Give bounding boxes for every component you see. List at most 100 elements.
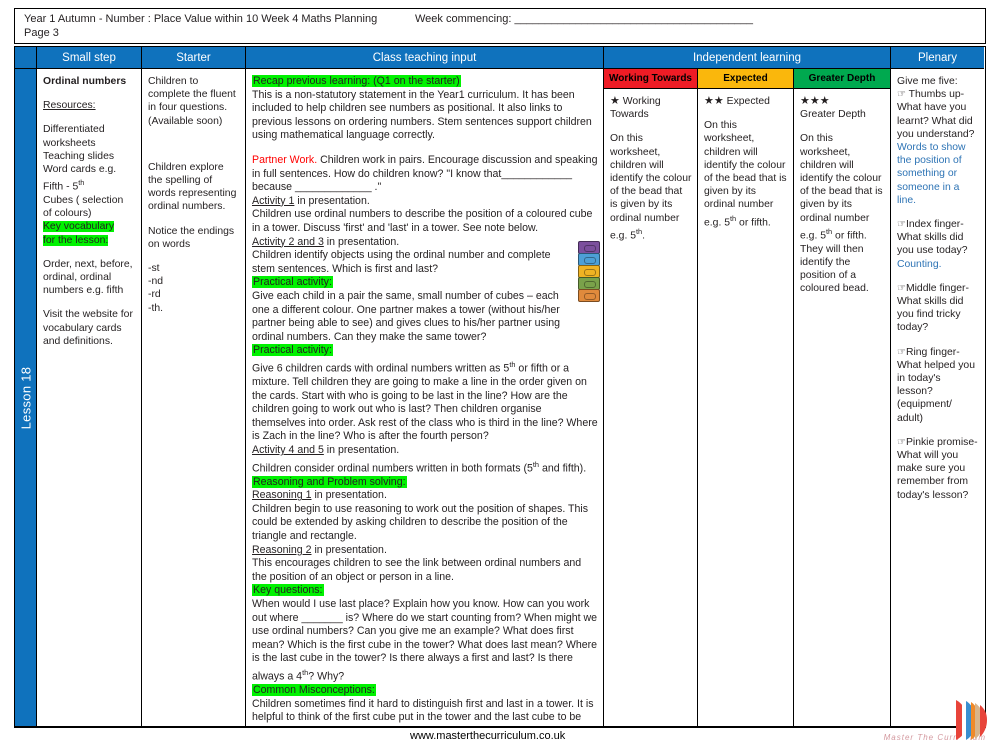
recap-heading: Recap previous learning: (Q1 on the star… <box>252 75 461 87</box>
expected-body: On this worksheet, children will identif… <box>704 120 787 229</box>
reasoning-1-rest: in presentation. <box>311 489 387 502</box>
column-header-independent-learning: Independent learning <box>604 47 891 69</box>
word-ending: -st <box>148 263 160 275</box>
hand-icon: ☞ <box>897 219 906 231</box>
cell-starter: Children to complete the fluent in four … <box>142 69 246 726</box>
reasoning-heading: Reasoning and Problem solving: <box>252 475 407 488</box>
website-note: Visit the website for vocabulary cards a… <box>43 309 133 347</box>
page-number: Page 3 <box>24 27 59 39</box>
common-misconceptions-heading: Common Misconceptions: <box>252 684 376 697</box>
cell-expected: ★★ Expected On this worksheet, children … <box>698 89 794 726</box>
rag-header-greater-depth: Greater Depth <box>794 69 891 89</box>
starter-paragraph-3: Notice the endings on words <box>148 225 235 250</box>
plenary-intro: Give me five: <box>897 76 958 87</box>
activity-23-label: Activity 2 and 3 <box>252 235 324 248</box>
rag-subheader-row: Working Towards Expected Greater Depth <box>604 69 891 89</box>
starter-paragraph-1: Children to complete the fluent in four … <box>148 76 236 127</box>
partner-work-label: Partner Work. <box>252 153 318 166</box>
practical-activity-1-body: Give each child in a pair the same, smal… <box>252 289 560 343</box>
greater-depth-body: On this worksheet, children will identif… <box>800 133 883 295</box>
reasoning-2-body: This encourages children to see the link… <box>252 557 582 583</box>
column-header-class-teaching-input: Class teaching input <box>246 47 604 69</box>
cube-orange <box>578 289 600 302</box>
key-questions-body: When would I use last place? Explain how… <box>252 598 598 683</box>
star-icon: ★ <box>800 95 810 107</box>
page-title: Year 1 Autumn - Number : Place Value wit… <box>24 13 378 25</box>
practical-activity-2-heading: Practical activity: <box>252 344 333 357</box>
word-ending: -th. <box>148 302 164 314</box>
activity-23-rest: in presentation. <box>323 235 400 248</box>
cell-greater-depth: ★★★ Greater Depth On this worksheet, chi… <box>794 89 891 726</box>
lesson-number-strip: Lesson 18 <box>15 69 37 726</box>
star-icon: ★ <box>610 95 620 107</box>
footer-url[interactable]: www.masterthecurriculum.co.uk <box>410 730 565 742</box>
cube-tower-image <box>578 241 600 302</box>
resource-item: Word cards e.g. <box>43 164 117 176</box>
key-vocab-heading-line1: Key vocabulary <box>43 221 115 233</box>
plenary-item: ☞Ring finger- What helped you in today's… <box>897 346 975 424</box>
pencil-logo-icon <box>956 700 987 740</box>
lesson-header-spacer <box>15 47 37 69</box>
activity-23-body: Children identify objects using the ordi… <box>252 249 551 275</box>
resource-item: Differentiated <box>43 124 105 136</box>
working-towards-body: On this worksheet, children will identif… <box>610 133 692 242</box>
ordinal-suffix: th <box>78 178 85 188</box>
reasoning-2-rest: in presentation. <box>311 543 387 556</box>
star-icon: ★ <box>704 95 714 107</box>
star-icon: ★ <box>809 95 820 107</box>
activity-1-body: Children use ordinal numbers to describe… <box>252 208 593 234</box>
activity-1-rest: in presentation. <box>294 194 370 207</box>
table-header-row: Small step Starter Class teaching input … <box>15 47 985 69</box>
activity-45-body: Children consider ordinal numbers writte… <box>252 459 587 475</box>
word-ending: -nd <box>148 276 164 288</box>
planning-table: Small step Starter Class teaching input … <box>14 46 986 726</box>
column-header-small-step: Small step <box>37 47 142 69</box>
resource-item: Cubes ( selection <box>43 194 124 206</box>
greater-depth-label: Greater Depth <box>800 109 866 121</box>
vocabulary-list: Order, next, before, ordinal, ordinal nu… <box>43 258 133 297</box>
resource-item: worksheets <box>43 137 96 149</box>
plenary-item: ☞Pinkie promise- What will you make sure… <box>897 436 978 501</box>
word-ending: -rd <box>148 289 161 301</box>
plenary-item: ☞ Thumbs up- What have you learnt? What … <box>897 89 975 206</box>
cell-plenary: Give me five: ☞ Thumbs up- What have you… <box>891 69 984 726</box>
expected-label: Expected <box>726 96 770 107</box>
reasoning-1-body: Children begin to use reasoning to work … <box>252 502 589 543</box>
hand-icon: ☞ <box>897 282 906 294</box>
hand-icon: ☞ <box>897 89 906 101</box>
footer-divider <box>14 726 986 728</box>
common-misconceptions-body: Children sometimes find it hard to disti… <box>252 697 594 726</box>
plenary-item: ☞Middle finger- What skills did you find… <box>897 282 969 334</box>
activity-45-rest: in presentation. <box>323 443 400 456</box>
activity-45-label: Activity 4 and 5 <box>252 443 324 456</box>
key-vocab-heading-line2: for the lesson: <box>43 234 109 246</box>
resource-item: Teaching slides <box>43 150 115 162</box>
resource-item: of colours) <box>43 208 92 220</box>
star-icon: ★ <box>713 95 724 107</box>
rag-header-working-towards: Working Towards <box>604 69 698 89</box>
title-bar: Year 1 Autumn - Number : Place Value wit… <box>14 8 986 44</box>
reasoning-2-label: Reasoning 2 <box>252 543 312 556</box>
cell-small-step: Ordinal numbers Resources: Differentiate… <box>37 69 142 726</box>
key-questions-heading: Key questions: <box>252 584 324 597</box>
column-header-plenary: Plenary <box>891 47 984 69</box>
rag-header-expected: Expected <box>698 69 794 89</box>
lesson-number-label: Lesson 18 <box>18 366 33 429</box>
cell-class-teaching-input: Recap previous learning: (Q1 on the star… <box>246 69 604 726</box>
starter-paragraph-2: Children explore the spelling of words r… <box>148 161 237 213</box>
resources-label: Resources: <box>43 100 96 112</box>
practical-activity-1-heading: Practical activity: <box>252 276 333 289</box>
practical-activity-2-body: Give 6 children cards with ordinal numbe… <box>252 359 598 443</box>
activity-1-label: Activity 1 <box>252 194 295 207</box>
small-step-heading: Ordinal numbers <box>43 76 127 87</box>
cell-working-towards: ★ Working Towards On this worksheet, chi… <box>604 89 698 726</box>
recap-body: This is a non-statutory statement in the… <box>252 88 592 142</box>
resource-item: Fifth - 5th <box>43 178 85 193</box>
lesson-plan-page: Year 1 Autumn - Number : Place Value wit… <box>0 0 1000 750</box>
plenary-item: ☞Index finger- What skills did you use t… <box>897 219 968 270</box>
column-header-starter: Starter <box>142 47 246 69</box>
hand-icon: ☞ <box>897 436 906 448</box>
reasoning-1-label: Reasoning 1 <box>252 489 312 502</box>
hand-icon: ☞ <box>897 346 906 358</box>
week-commencing-field[interactable]: Week commencing: _______________________… <box>415 12 753 26</box>
